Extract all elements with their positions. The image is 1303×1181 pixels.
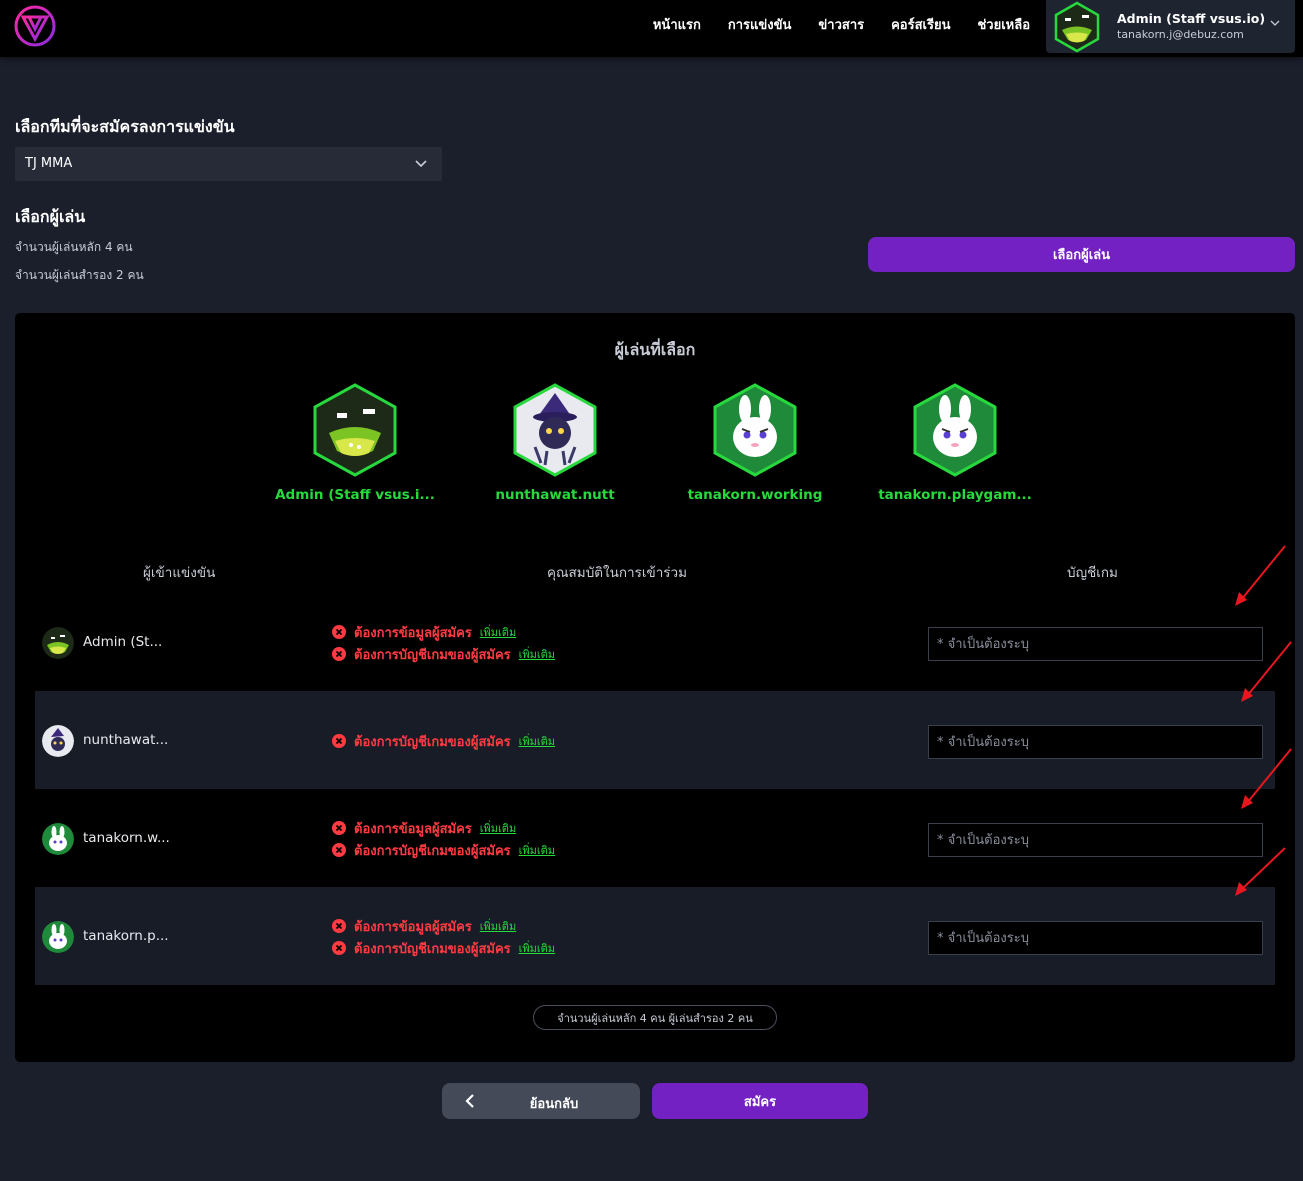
nav-link-news[interactable]: ข่าวสาร	[818, 14, 864, 35]
team-select[interactable]: TJ MMA	[15, 147, 442, 181]
requirement-text: ต้องการข้อมูลผู้สมัคร	[354, 919, 472, 935]
witch-avatar-icon	[42, 725, 74, 757]
table-header: ผู้เข้าแข่งขัน คุณสมบัติในการเข้าร่วม บั…	[35, 545, 1275, 593]
selected-player-card: nunthawat.nutt	[475, 383, 635, 503]
annotation-arrow-icon	[1235, 545, 1286, 606]
column-header-game-account: บัญชีเกม	[1067, 565, 1118, 581]
landscape-avatar-icon	[313, 383, 397, 477]
add-more-link[interactable]: เพิ่มเติม	[480, 623, 516, 641]
landscape-avatar-icon	[42, 627, 74, 659]
add-more-link[interactable]: เพิ่มเติม	[519, 732, 555, 750]
error-x-icon	[332, 734, 346, 748]
requirement-account: ต้องการบัญชีเกมของผู้สมัคร เพิ่มเติม	[332, 841, 555, 859]
requirement-text: ต้องการข้อมูลผู้สมัคร	[354, 821, 472, 837]
game-account-input[interactable]	[928, 823, 1263, 857]
table-row: tanakorn.p... ต้องการข้อมูลผู้สมัคร เพิ่…	[35, 887, 1275, 985]
requirement-account: ต้องการบัญชีเกมของผู้สมัคร เพิ่มเติม	[332, 939, 555, 957]
participant-name: nunthawat...	[83, 732, 169, 748]
back-button-label: ย้อนกลับ	[529, 1097, 579, 1112]
selected-player-name: nunthawat.nutt	[495, 487, 615, 503]
add-more-link[interactable]: เพิ่มเติม	[480, 917, 516, 935]
rabbit-avatar-icon	[713, 383, 797, 477]
back-button[interactable]: ย้อนกลับ	[442, 1083, 640, 1119]
register-button[interactable]: สมัคร	[652, 1083, 868, 1119]
requirement-account: ต้องการบัญชีเกมของผู้สมัคร เพิ่มเติม	[332, 732, 555, 750]
requirement-info: ต้องการข้อมูลผู้สมัคร เพิ่มเติม	[332, 917, 516, 935]
user-email: tanakorn.j@debuz.com	[1117, 28, 1244, 41]
rabbit-avatar-icon	[42, 823, 74, 855]
user-profile-menu[interactable]: Admin (Staff vsus.io) tanakorn.j@debuz.c…	[1046, 0, 1295, 53]
vsus-logo-icon[interactable]	[14, 5, 56, 47]
selected-player-card: Admin (Staff vsus.i...	[275, 383, 435, 503]
selected-player-name: tanakorn.working	[687, 487, 823, 503]
requirement-info: ต้องการข้อมูลผู้สมัคร เพิ่มเติม	[332, 819, 516, 837]
team-section-title: เลือกทีมที่จะสมัครลงการแข่งขัน	[15, 117, 235, 136]
error-x-icon	[332, 625, 346, 639]
requirement-info: ต้องการข้อมูลผู้สมัคร เพิ่มเติม	[332, 623, 516, 641]
nav-links: หน้าแรก การแข่งขัน ข่าวสาร คอร์สเรียน ช่…	[653, 0, 1030, 48]
top-navbar: หน้าแรก การแข่งขัน ข่าวสาร คอร์สเรียน ช่…	[0, 0, 1303, 57]
game-account-input[interactable]	[928, 725, 1263, 759]
participant-name: Admin (St...	[83, 634, 163, 650]
column-header-qualification: คุณสมบัติในการเข้าร่วม	[547, 565, 688, 581]
add-more-link[interactable]: เพิ่มเติม	[519, 645, 555, 663]
rabbit-avatar-icon	[42, 921, 74, 953]
nav-link-tournaments[interactable]: การแข่งขัน	[728, 14, 792, 35]
game-account-input[interactable]	[928, 627, 1263, 661]
requirement-text: ต้องการบัญชีเกมของผู้สมัคร	[354, 941, 511, 957]
selected-player-card: tanakorn.working	[675, 383, 835, 503]
selected-player-name: Admin (Staff vsus.i...	[275, 487, 435, 503]
landscape-avatar-icon	[1054, 1, 1100, 53]
table-row: Admin (St... ต้องการข้อมูลผู้สมัคร เพิ่ม…	[35, 593, 1275, 691]
column-header-participant: ผู้เข้าแข่งขัน	[143, 565, 216, 581]
error-x-icon	[332, 941, 346, 955]
select-players-button[interactable]: เลือกผู้เล่น	[868, 237, 1295, 272]
player-section-title: เลือกผู้เล่น	[15, 207, 86, 226]
annotation-arrow-icon	[1241, 641, 1292, 702]
selected-players-panel: ผู้เล่นที่เลือก Admin (Staff vsus.i... n…	[15, 313, 1295, 1062]
selected-player-card: tanakorn.playgam...	[875, 383, 1035, 503]
table-row: tanakorn.w... ต้องการข้อมูลผู้สมัคร เพิ่…	[35, 789, 1275, 887]
witch-avatar-icon	[513, 383, 597, 477]
nav-link-help[interactable]: ช่วยเหลือ	[977, 14, 1030, 35]
error-x-icon	[332, 919, 346, 933]
game-account-input[interactable]	[928, 921, 1263, 955]
add-more-link[interactable]: เพิ่มเติม	[519, 841, 555, 859]
sub-player-count: จำนวนผู้เล่นสำรอง 2 คน	[15, 268, 144, 282]
requirement-text: ต้องการบัญชีเกมของผู้สมัคร	[354, 647, 511, 663]
requirement-text: ต้องการข้อมูลผู้สมัคร	[354, 625, 472, 641]
team-select-value: TJ MMA	[25, 156, 73, 171]
error-x-icon	[332, 647, 346, 661]
chevron-down-icon	[1270, 20, 1280, 26]
add-more-link[interactable]: เพิ่มเติม	[480, 819, 516, 837]
nav-link-courses[interactable]: คอร์สเรียน	[891, 14, 950, 35]
chevron-down-icon	[415, 160, 427, 168]
participant-name: tanakorn.p...	[83, 928, 169, 944]
nav-link-home[interactable]: หน้าแรก	[653, 14, 701, 35]
participant-name: tanakorn.w...	[83, 830, 170, 846]
table-row: nunthawat... ต้องการบัญชีเกมของผู้สมัคร …	[35, 691, 1275, 789]
panel-title: ผู้เล่นที่เลือก	[614, 340, 696, 359]
error-x-icon	[332, 843, 346, 857]
add-more-link[interactable]: เพิ่มเติม	[519, 939, 555, 957]
annotation-arrow-icon	[1235, 847, 1286, 896]
main-player-count: จำนวนผู้เล่นหลัก 4 คน	[15, 240, 133, 254]
player-count-summary: จำนวนผู้เล่นหลัก 4 คน ผู้เล่นสำรอง 2 คน	[533, 1005, 777, 1030]
error-x-icon	[332, 821, 346, 835]
annotation-arrow-icon	[1241, 748, 1292, 809]
requirement-text: ต้องการบัญชีเกมของผู้สมัคร	[354, 843, 511, 859]
rabbit-avatar-icon	[913, 383, 997, 477]
requirement-text: ต้องการบัญชีเกมของผู้สมัคร	[354, 734, 511, 750]
requirement-account: ต้องการบัญชีเกมของผู้สมัคร เพิ่มเติม	[332, 645, 555, 663]
user-name: Admin (Staff vsus.io)	[1117, 11, 1266, 26]
selected-player-name: tanakorn.playgam...	[878, 487, 1032, 503]
